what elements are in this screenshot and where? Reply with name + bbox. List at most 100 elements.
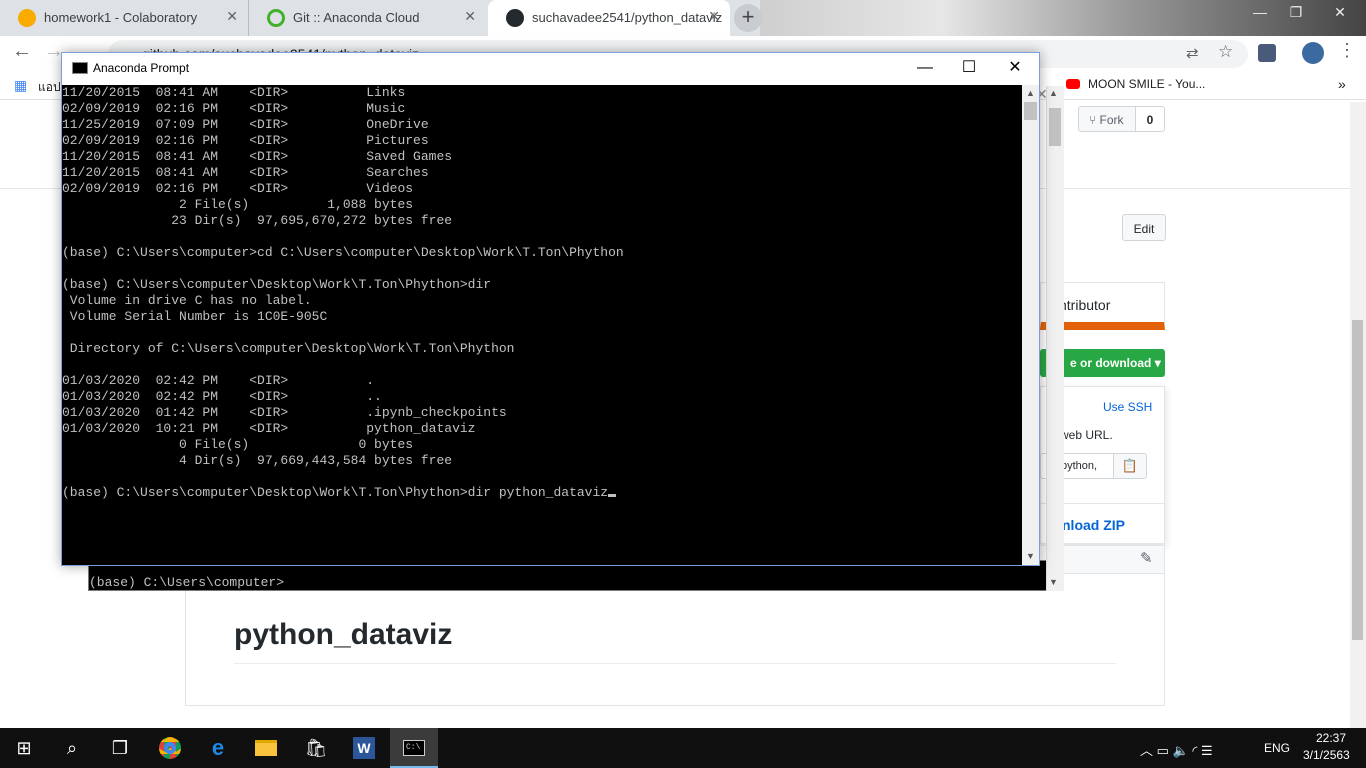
console-line: 02/09/2019 02:16 PM <DIR> Videos — [62, 181, 414, 196]
page-scrollbar-thumb[interactable] — [1352, 320, 1363, 640]
close-tab-icon[interactable]: ✕ — [464, 8, 476, 25]
battery-icon[interactable]: ▭ — [1157, 743, 1173, 758]
tab-github[interactable]: suchavadee2541/python_dataviz ✕ — [488, 0, 730, 36]
restore-browser-button[interactable]: ❐ — [1276, 4, 1316, 21]
console-line: (base) C:\Users\computer>cd C:\Users\com… — [62, 245, 624, 260]
bookmark-star-icon[interactable]: ☆ — [1218, 42, 1233, 62]
language-indicator[interactable]: ENG — [1264, 741, 1290, 755]
new-tab-button[interactable]: + — [734, 4, 762, 32]
console-line: 4 Dir(s) 97,669,443,584 bytes free — [62, 453, 453, 468]
edit-button[interactable]: Edit — [1122, 214, 1166, 241]
contributor-label: ntributor — [1059, 297, 1111, 313]
apps-label[interactable]: แอป — [38, 78, 61, 97]
console-line: 02/09/2019 02:16 PM <DIR> Pictures — [62, 133, 429, 148]
close-tab-icon[interactable]: ✕ — [708, 8, 720, 25]
colab-favicon-icon — [18, 9, 36, 27]
more-bookmarks-icon[interactable]: » — [1338, 76, 1346, 92]
tab-anaconda-cloud[interactable]: Git :: Anaconda Cloud ✕ — [248, 0, 486, 36]
console-scrollbar[interactable] — [1022, 85, 1039, 565]
volume-icon[interactable]: 🔈 — [1173, 743, 1193, 758]
scroll-up-arrow-icon[interactable]: ▲ — [1026, 88, 1035, 98]
edit-readme-pencil-icon[interactable]: ✎ — [1140, 549, 1153, 567]
console-line: 01/03/2020 10:21 PM <DIR> python_dataviz — [62, 421, 476, 436]
profile-avatar[interactable] — [1302, 42, 1324, 64]
use-ssh-link[interactable]: Use SSH — [1103, 400, 1152, 414]
console-line: 02/09/2019 02:16 PM <DIR> Music — [62, 101, 406, 116]
console-line: 01/03/2020 02:42 PM <DIR> . — [62, 373, 375, 388]
close-browser-button[interactable]: ✕ — [1320, 4, 1360, 21]
scroll-down-arrow-icon[interactable]: ▼ — [1026, 551, 1035, 561]
fork-button[interactable]: ⑂ Fork — [1078, 106, 1136, 132]
clock-time[interactable]: 22:37 — [1316, 731, 1346, 745]
fork-label: Fork — [1099, 113, 1124, 127]
console-line: Directory of C:\Users\computer\Desktop\W… — [62, 341, 515, 356]
tab-colaboratory[interactable]: homework1 - Colaboratory ✕ — [0, 0, 248, 36]
scroll-up-arrow-icon[interactable]: ▲ — [1049, 88, 1058, 98]
tab-label: homework1 - Colaboratory — [44, 10, 198, 25]
bookmark-youtube[interactable]: MOON SMILE - You... — [1088, 77, 1205, 91]
console-line: 11/20/2015 08:41 AM <DIR> Saved Games — [62, 149, 453, 164]
maximize-button[interactable]: ☐ — [946, 54, 992, 82]
console-line: 01/03/2020 01:42 PM <DIR> .ipynb_checkpo… — [62, 405, 507, 420]
extension-icon[interactable] — [1258, 44, 1276, 62]
readme-title-rule — [234, 663, 1116, 664]
anaconda-favicon-icon — [267, 9, 285, 27]
console-line: Volume in drive C has no label. — [62, 293, 312, 308]
background-console-scroll-thumb[interactable] — [1049, 108, 1061, 146]
back-arrow-icon[interactable]: ← — [12, 40, 32, 63]
wifi-icon[interactable]: ◜ — [1192, 743, 1201, 758]
action-center-icon[interactable]: ☰ — [1201, 743, 1213, 758]
caret-down-icon: ▾ — [1154, 356, 1161, 370]
windows-start-icon[interactable]: ⊞ — [0, 728, 48, 768]
youtube-icon — [1066, 79, 1080, 89]
minimize-browser-button[interactable]: — — [1240, 4, 1280, 20]
clock-date[interactable]: 3/1/2563 — [1303, 748, 1350, 762]
task-view-icon[interactable]: ❐ — [96, 728, 144, 768]
close-button[interactable]: ✕ — [992, 54, 1038, 82]
search-icon[interactable]: ⌕ — [48, 728, 96, 768]
github-favicon-icon — [506, 9, 524, 27]
console-app-icon — [72, 62, 88, 74]
text-cursor — [608, 494, 617, 497]
word-icon[interactable]: W — [340, 728, 388, 768]
scroll-down-arrow-icon[interactable]: ▼ — [1049, 577, 1058, 587]
fork-icon: ⑂ — [1089, 113, 1100, 127]
console-line: 2 File(s) 1,088 bytes — [62, 197, 414, 212]
console-line: 11/25/2019 07:09 PM <DIR> OneDrive — [62, 117, 429, 132]
close-tab-icon[interactable]: ✕ — [226, 8, 238, 25]
copy-clipboard-icon[interactable]: 📋 — [1113, 453, 1147, 479]
system-tray-icons[interactable]: ︿ ▭ 🔈 ◜ ☰ — [1140, 740, 1213, 759]
console-line: (base) C:\Users\computer\Desktop\Work\T.… — [62, 277, 492, 292]
console-line: 11/20/2015 08:41 AM <DIR> Links — [62, 85, 406, 100]
show-hidden-icons-icon[interactable]: ︿ — [1140, 743, 1157, 758]
chrome-menu-icon[interactable]: ⋮ — [1338, 40, 1356, 61]
clone-help-text: web URL. — [1060, 428, 1113, 442]
background-console-scrollbar[interactable] — [1046, 86, 1064, 591]
download-zip-link[interactable]: nload ZIP — [1062, 517, 1125, 533]
minimize-button[interactable]: — — [902, 54, 948, 82]
store-icon[interactable]: 🛍 — [292, 728, 340, 768]
apps-grid-icon[interactable]: ▦ — [14, 77, 27, 94]
window-title: Anaconda Prompt — [93, 61, 190, 75]
console-line: 0 File(s) 0 bytes — [62, 437, 414, 452]
file-explorer-icon[interactable] — [242, 728, 290, 768]
console-output[interactable]: 11/20/2015 08:41 AM <DIR> Links 02/09/201… — [62, 85, 1020, 565]
fork-count[interactable]: 0 — [1135, 106, 1165, 132]
tab-label: suchavadee2541/python_dataviz — [532, 10, 723, 25]
console-line: Volume Serial Number is 1C0E-905C — [62, 309, 328, 324]
translate-icon[interactable]: ⇄ — [1186, 44, 1199, 62]
chrome-icon[interactable] — [146, 728, 194, 768]
readme-title: python_dataviz — [234, 618, 453, 651]
tab-label: Git :: Anaconda Cloud — [293, 10, 420, 25]
edge-icon[interactable]: e — [194, 728, 242, 768]
console-line: 01/03/2020 02:42 PM <DIR> .. — [62, 389, 382, 404]
console-icon: C:\ — [390, 728, 438, 768]
background-console-prompt: (base) C:\Users\computer> — [89, 575, 285, 590]
console-scroll-thumb[interactable] — [1024, 102, 1037, 120]
clone-label: e or download — [1070, 356, 1152, 370]
console-line: (base) C:\Users\computer\Desktop\Work\T.… — [62, 485, 1020, 501]
